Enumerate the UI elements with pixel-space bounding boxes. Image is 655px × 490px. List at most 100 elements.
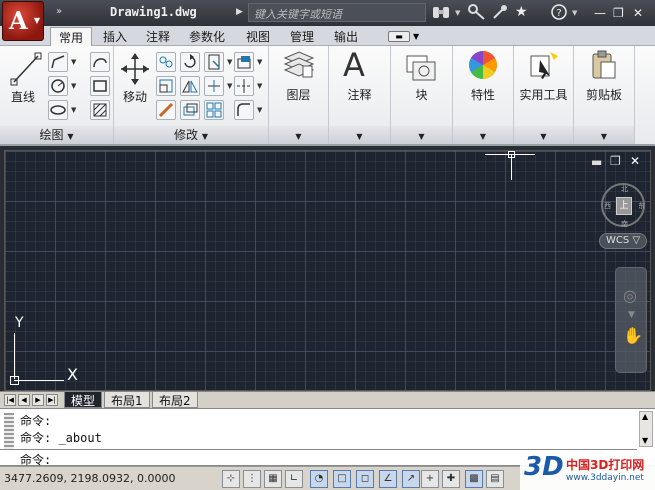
restore-icon[interactable]: ❐ (613, 6, 624, 20)
chevron-down-icon[interactable]: ▼ (71, 82, 76, 90)
ortho-mode-icon[interactable]: ∟ (285, 470, 303, 488)
viewcube-east[interactable]: 东 (638, 201, 645, 211)
arc-icon[interactable] (90, 52, 110, 72)
ribbon-minimize-icon[interactable]: ▬ (388, 31, 410, 42)
viewcube-face-top[interactable]: 上 (616, 197, 632, 215)
first-tab-icon[interactable]: |◀ (4, 394, 16, 406)
tab-model[interactable]: 模型 (64, 392, 103, 408)
viewcube-north[interactable]: 北 (621, 184, 628, 194)
ellipse-icon[interactable] (48, 100, 68, 120)
scroll-up-icon[interactable]: ▲ (642, 412, 648, 421)
polar-tracking-icon[interactable]: ◔ (310, 470, 328, 488)
close-icon[interactable]: ✕ (633, 6, 643, 20)
trim-icon[interactable] (204, 52, 224, 72)
chamfer-icon[interactable] (234, 100, 254, 120)
utilities-panel[interactable]: 实用工具 ▼ (514, 46, 574, 144)
object-snap-icon[interactable]: □ (333, 470, 351, 488)
viewcube-south[interactable]: 南 (621, 219, 628, 229)
prev-tab-icon[interactable]: ◀ (18, 394, 30, 406)
quick-access-more[interactable]: » (56, 6, 62, 17)
layers-panel[interactable]: 图层 ▼ (269, 46, 329, 144)
tools-icon[interactable] (492, 4, 508, 24)
layers-footer[interactable]: ▼ (269, 126, 328, 144)
help-icon[interactable]: ? (551, 4, 567, 24)
coordinate-readout[interactable]: 3477.2609, 2198.0932, 0.0000 (4, 472, 175, 485)
key-icon[interactable] (468, 4, 486, 24)
array-icon[interactable] (204, 100, 224, 120)
chevron-down-icon[interactable]: ▼ (628, 310, 635, 320)
tab-annotate[interactable]: 注释 (146, 28, 170, 45)
3d-object-snap-icon[interactable]: ◻ (356, 470, 374, 488)
circle-icon[interactable] (48, 76, 68, 96)
offset-icon[interactable] (180, 100, 200, 120)
last-tab-icon[interactable]: ▶| (46, 394, 58, 406)
application-menu-button[interactable]: A ▼ (2, 1, 44, 41)
mirror-icon[interactable] (180, 76, 200, 96)
copy-icon[interactable] (156, 52, 176, 72)
annotation-footer[interactable]: ▼ (329, 126, 390, 144)
next-tab-icon[interactable]: ▶ (32, 394, 44, 406)
clipboard-footer[interactable]: ▼ (574, 126, 634, 144)
chevron-down-icon[interactable]: ▼ (572, 9, 577, 17)
viewport-restore-icon[interactable]: ❐ (610, 154, 621, 168)
tab-view[interactable]: 视图 (246, 28, 270, 45)
dynamic-ucs-icon[interactable]: ↗ (402, 470, 420, 488)
infer-constraints-icon[interactable]: ⊹ (222, 470, 240, 488)
utilities-footer[interactable]: ▼ (514, 126, 573, 144)
tab-home[interactable]: 常用 (50, 27, 93, 46)
scroll-down-icon[interactable]: ▼ (642, 436, 648, 445)
chevron-down-icon[interactable]: ▼ (257, 82, 262, 90)
tab-layout2[interactable]: 布局2 (152, 392, 198, 408)
tab-parametric[interactable]: 参数化 (189, 28, 225, 45)
tab-manage[interactable]: 管理 (290, 28, 314, 45)
chevron-down-icon[interactable]: ▼ (71, 58, 76, 66)
explode-icon[interactable] (234, 76, 254, 96)
dynamic-input-icon[interactable]: + (421, 470, 439, 488)
wcs-menu[interactable]: WCS ▽ (599, 233, 647, 249)
fillet-icon[interactable] (204, 76, 224, 96)
chevron-down-icon[interactable]: ▼ (227, 58, 232, 66)
transparency-icon[interactable]: ▩ (465, 470, 483, 488)
quick-properties-icon[interactable]: ▤ (486, 470, 504, 488)
properties-panel[interactable]: 特性 ▼ (453, 46, 514, 144)
polyline-icon[interactable] (48, 52, 68, 72)
grid-display-icon[interactable]: ▦ (264, 470, 282, 488)
clipboard-panel[interactable]: 剪贴板 ▼ (574, 46, 635, 144)
pan-hand-icon[interactable]: ✋ (623, 326, 643, 345)
star-icon[interactable]: ★ (515, 4, 528, 20)
chevron-down-icon[interactable]: ▼ (227, 82, 232, 90)
properties-footer[interactable]: ▼ (453, 126, 513, 144)
chevron-down-icon[interactable]: ▼ (455, 9, 460, 17)
viewport-minimize-icon[interactable]: ▬ (591, 155, 602, 169)
binoculars-icon[interactable] (432, 4, 450, 24)
minimize-icon[interactable]: — (594, 6, 606, 20)
tab-output[interactable]: 输出 (334, 28, 358, 45)
chevron-down-icon[interactable]: ▼ (257, 58, 262, 66)
drawing-canvas[interactable]: ▬ ❐ ✕ 北 南 西 东 上 WCS ▽ ◎ ▼ ✋ Y X (4, 150, 651, 391)
move-icon[interactable] (120, 52, 150, 90)
stretch-icon[interactable] (156, 76, 176, 96)
object-snap-tracking-icon[interactable]: ∠ (379, 470, 397, 488)
chevron-down-icon[interactable]: ▼ (257, 106, 262, 114)
viewport-close-icon[interactable]: ✕ (630, 154, 640, 168)
tab-insert[interactable]: 插入 (103, 28, 127, 45)
modify-panel-footer[interactable]: 修改 ▼ (114, 126, 268, 144)
draw-panel-footer[interactable]: 绘图 ▼ (0, 126, 113, 144)
snap-mode-icon[interactable]: ⋮ (243, 470, 261, 488)
annotation-panel[interactable]: A 注释 ▼ (329, 46, 391, 144)
block-footer[interactable]: ▼ (391, 126, 452, 144)
steering-wheel-icon[interactable]: ◎ (623, 286, 637, 305)
search-input[interactable]: 键入关键字或短语 (248, 3, 426, 22)
erase-icon[interactable] (234, 52, 254, 72)
chevron-down-icon[interactable]: ▼ (71, 106, 76, 114)
line-tool-icon[interactable] (10, 52, 42, 92)
chevron-down-icon[interactable]: ▼ (413, 32, 419, 41)
search-expand-icon[interactable]: ▶ (236, 7, 243, 17)
block-panel[interactable]: 块 ▼ (391, 46, 453, 144)
tab-layout1[interactable]: 布局1 (104, 392, 150, 408)
viewcube-west[interactable]: 西 (604, 201, 611, 211)
scale-icon[interactable] (156, 100, 176, 120)
command-scrollbar[interactable]: ▲ ▼ (639, 411, 653, 447)
rotate-icon[interactable] (180, 52, 200, 72)
command-window-grip[interactable] (4, 413, 14, 449)
